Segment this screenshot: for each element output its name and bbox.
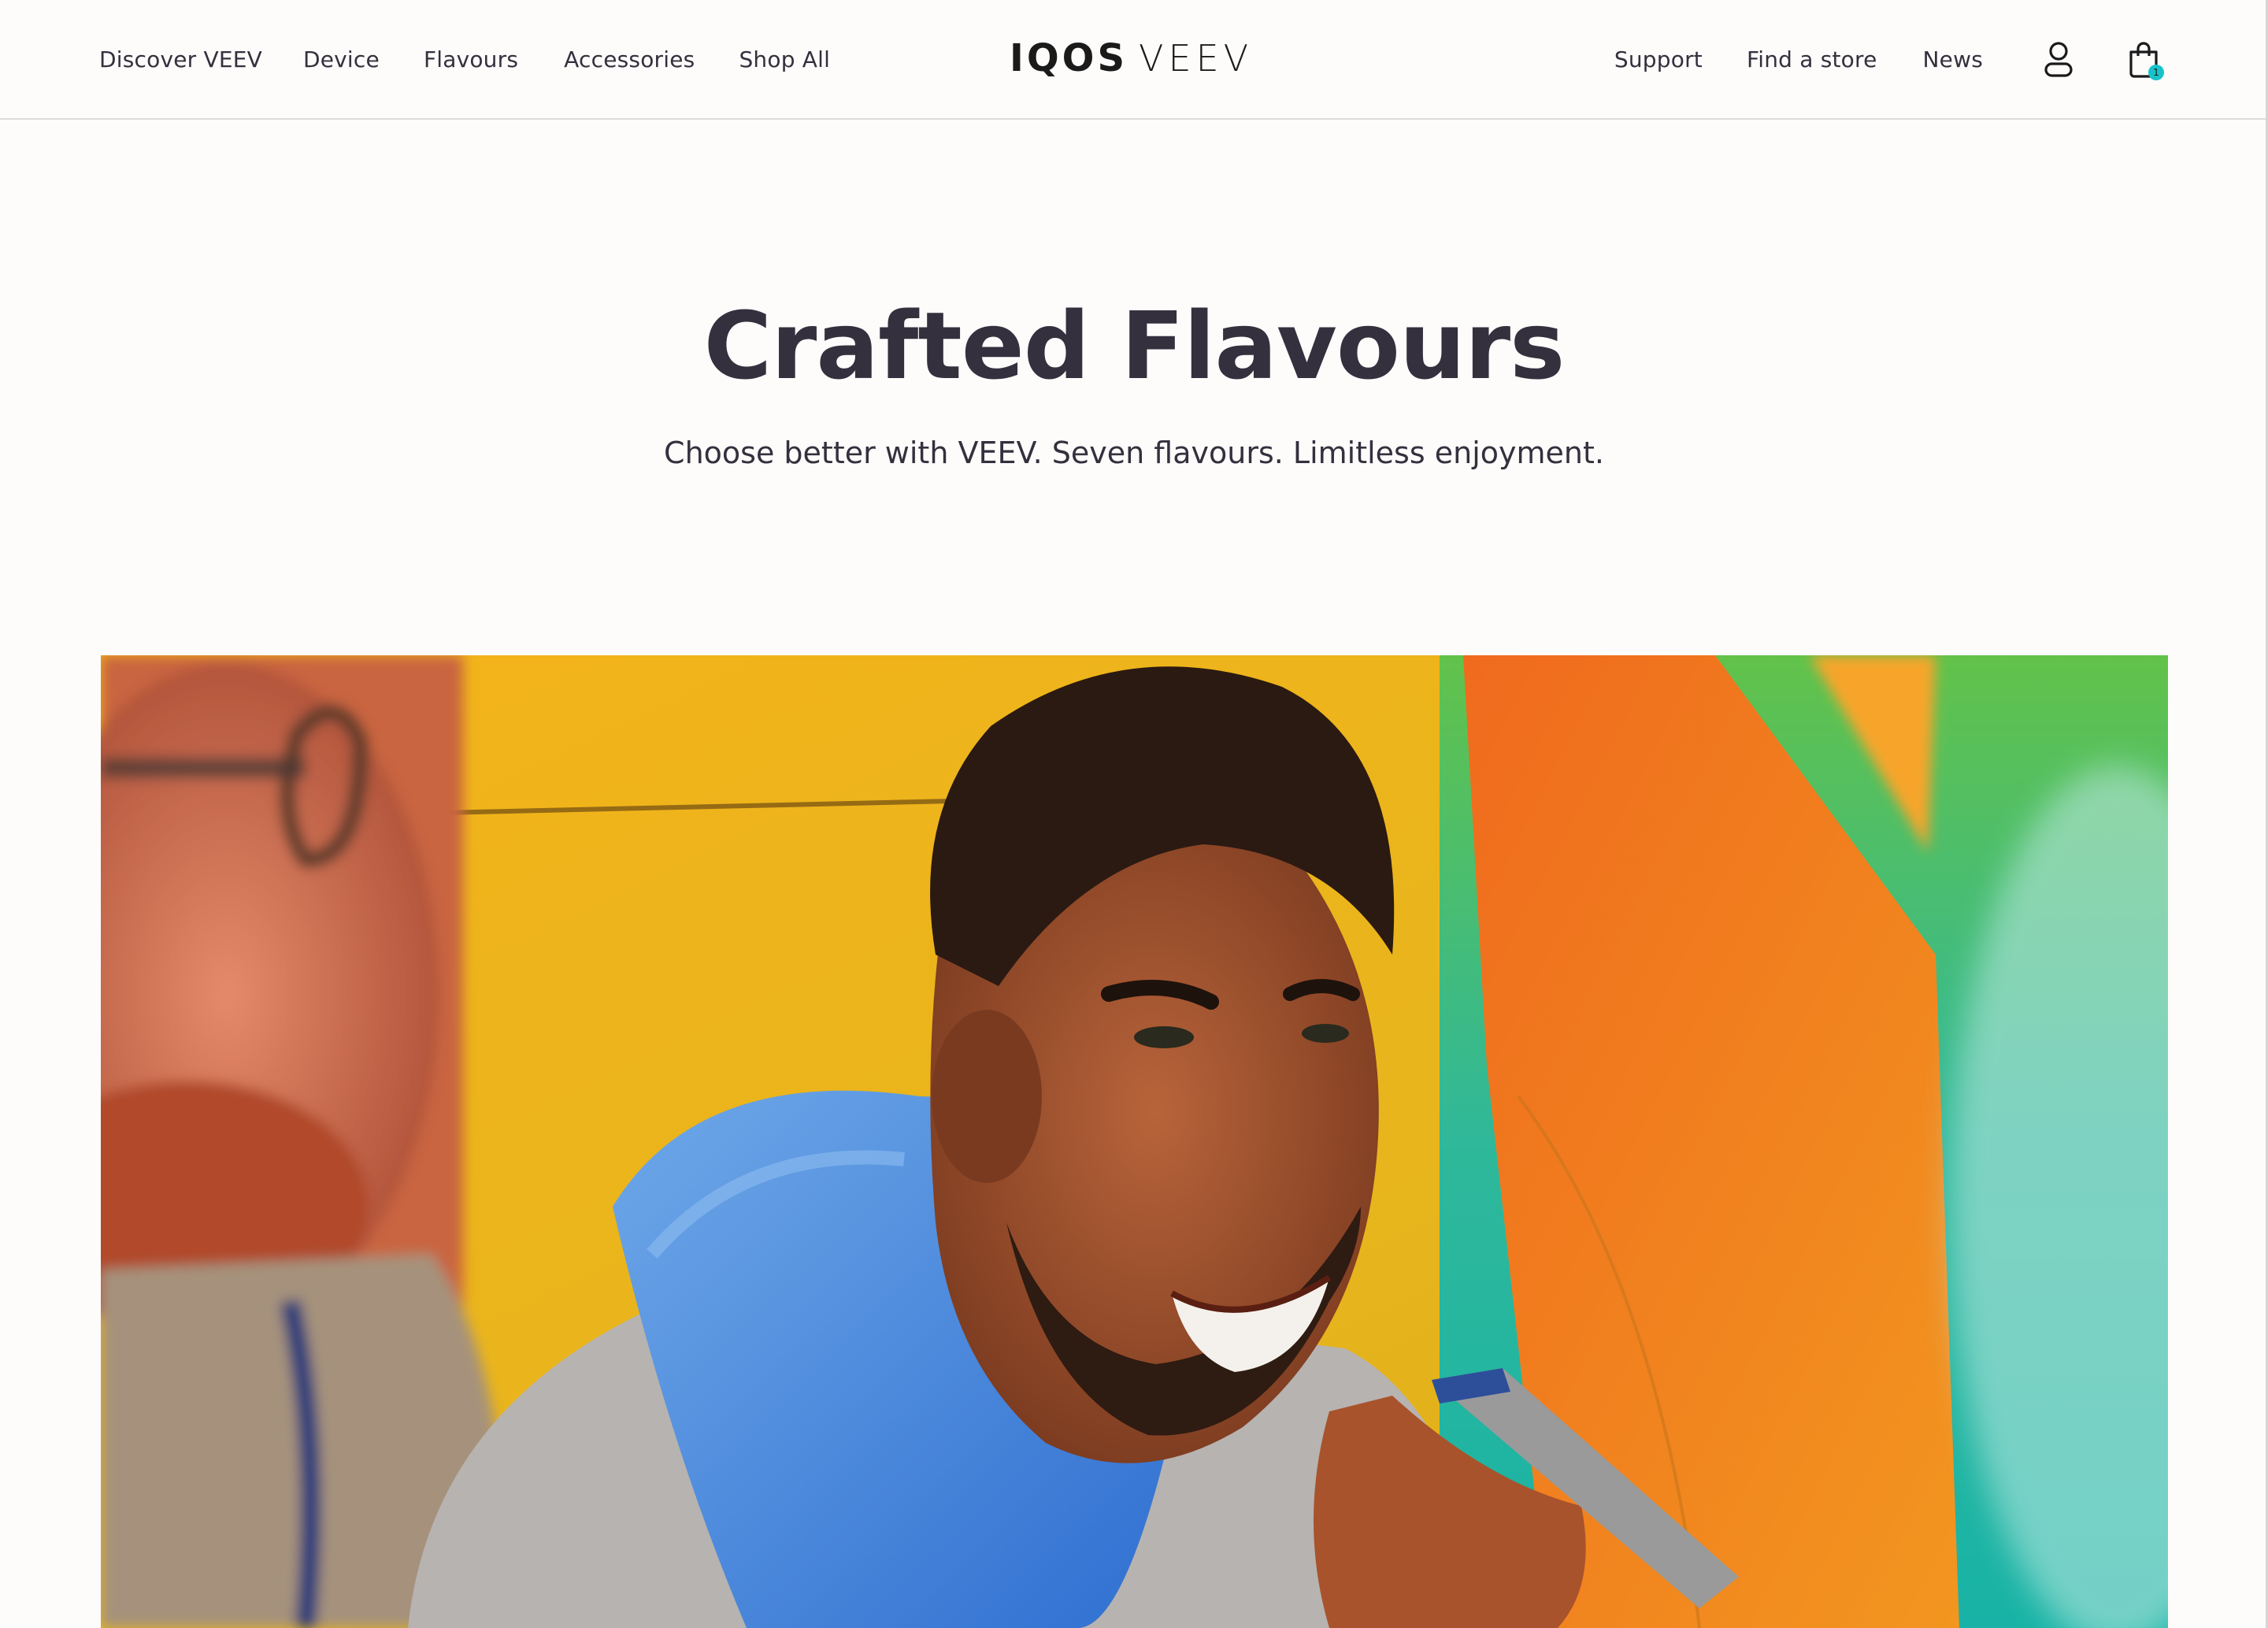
- logo-iqos-text: IQOS: [1010, 36, 1128, 80]
- nav-support[interactable]: Support: [1614, 46, 1703, 72]
- cart-count-badge: 1: [2148, 65, 2164, 80]
- primary-nav: Discover VEEV Device Flavours Accessorie…: [99, 0, 830, 118]
- account-button[interactable]: [2036, 38, 2081, 82]
- nav-discover-veev[interactable]: Discover VEEV: [99, 46, 262, 72]
- nav-news[interactable]: News: [1923, 46, 1983, 72]
- logo-veev-text: VEEV: [1139, 37, 1254, 80]
- nav-device[interactable]: Device: [303, 46, 380, 72]
- page-title: Crafted Flavours: [703, 291, 1566, 400]
- nav-shop-all[interactable]: Shop All: [739, 46, 830, 72]
- site-header: Discover VEEV Device Flavours Accessorie…: [0, 0, 2268, 120]
- nav-accessories[interactable]: Accessories: [564, 46, 695, 72]
- user-icon: [2044, 42, 2073, 77]
- nav-flavours[interactable]: Flavours: [424, 46, 518, 72]
- hero-image: [101, 655, 2168, 1628]
- brand-logo[interactable]: IQOS VEEV: [1010, 35, 1253, 82]
- hero-photo-illustration: [101, 655, 2168, 1628]
- page-subtitle: Choose better with VEEV. Seven flavours.…: [664, 436, 1604, 470]
- cart-button[interactable]: 1: [2122, 38, 2166, 82]
- nav-find-a-store[interactable]: Find a store: [1747, 46, 1877, 72]
- secondary-nav: Support Find a store News: [1614, 0, 1983, 118]
